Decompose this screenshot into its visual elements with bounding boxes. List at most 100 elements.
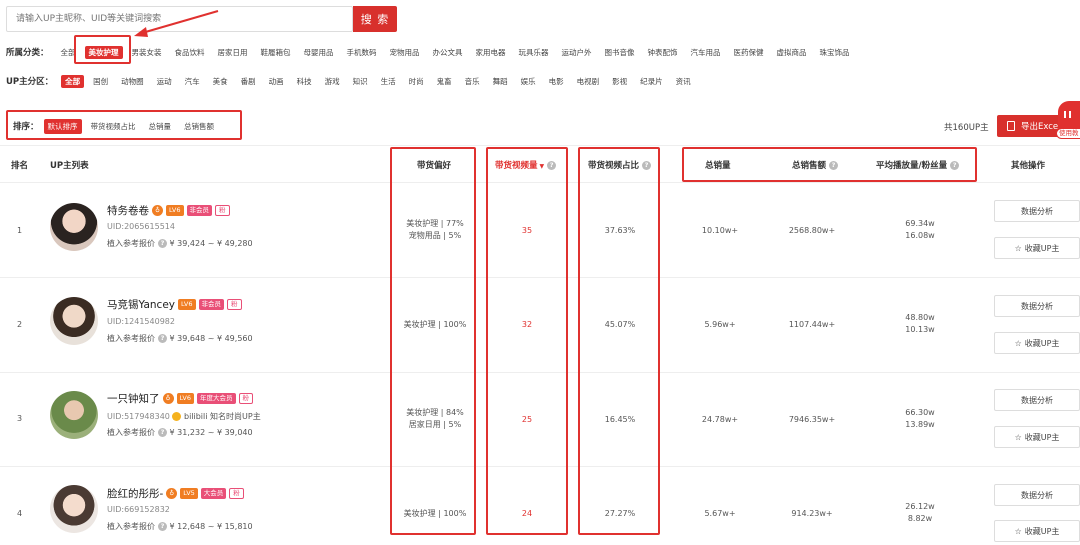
help-icon[interactable]: ? [547,161,557,170]
favorite-up-button[interactable]: ☆ 收藏UP主 [994,237,1080,259]
zone-chip[interactable]: 知识 [349,75,372,88]
zone-chip[interactable]: 舞蹈 [489,75,512,88]
zone-chip[interactable]: 鬼畜 [433,75,456,88]
help-icon[interactable]: ? [158,334,167,343]
total-revenue: 1107.44w+ [788,320,836,329]
data-analysis-button[interactable]: 数据分析 [994,295,1080,317]
video-ratio: 45.07% [604,320,636,329]
col-total-sales[interactable]: 总销量 [705,159,731,171]
col-video-count[interactable]: 带货视频量 ▼? [495,159,557,171]
help-icon[interactable]: ? [829,161,839,170]
category-chip[interactable]: 全部 [57,46,80,59]
pause-icon-bar [1069,111,1071,118]
search-button[interactable]: 搜 索 [353,6,397,32]
zone-chip-active[interactable]: 全部 [61,74,85,88]
up-name[interactable]: 一只钟知了 ♁ LV6 年度大会员粉 [107,391,253,406]
help-icon[interactable]: ? [158,522,167,531]
data-analysis-button[interactable]: 数据分析 [994,200,1080,222]
avatar[interactable] [50,297,98,345]
favorite-up-button[interactable]: ☆ 收藏UP主 [994,426,1080,448]
search-input[interactable] [7,7,352,31]
fan-badge: 粉 [227,299,242,310]
zone-chip[interactable]: 电视剧 [573,75,604,88]
sort-option[interactable]: 总销量 [145,119,176,134]
video-count: 32 [521,320,533,329]
category-chip[interactable]: 办公文具 [429,46,467,59]
up-name-text[interactable]: 一只钟知了 [107,391,160,406]
up-name-text[interactable]: 特务卷卷 [107,203,149,218]
category-chip[interactable]: 食品饮料 [171,46,209,59]
zone-chip[interactable]: 娱乐 [517,75,540,88]
zone-chip[interactable]: 音乐 [461,75,484,88]
category-chip-active[interactable]: 美妆护理 [84,45,123,59]
price-value: ¥ 12,648 ~ ¥ 15,810 [169,522,253,531]
category-chip[interactable]: 宠物用品 [386,46,424,59]
up-name[interactable]: 马竞锡Yancey LV6 非会员粉 [107,297,242,312]
sort-option[interactable]: 总销售额 [180,119,218,134]
up-name[interactable]: 脸红的彤彤- ♁ LV5 大会员粉 [107,486,244,501]
search-box[interactable] [6,6,353,32]
help-icon[interactable]: ? [158,239,167,248]
tutorial-label[interactable]: 使用教 [1056,128,1080,139]
data-analysis-button[interactable]: 数据分析 [994,484,1080,506]
category-chip[interactable]: 汽车用品 [687,46,725,59]
col-video-ratio[interactable]: 带货视频占比? [588,159,652,171]
category-chip[interactable]: 钟表配饰 [644,46,682,59]
category-chip[interactable]: 居家日用 [214,46,252,59]
category-chip[interactable]: 家用电器 [472,46,510,59]
zone-chip[interactable]: 科技 [293,75,316,88]
col-total-revenue[interactable]: 总销售额? [792,159,839,171]
up-name-text[interactable]: 脸红的彤彤- [107,486,163,501]
favorite-up-button[interactable]: ☆ 收藏UP主 [994,520,1080,542]
favorite-up-button[interactable]: ☆ 收藏UP主 [994,332,1080,354]
category-chip[interactable]: 虚拟商品 [773,46,811,59]
price-prefix: 植入参考报价 [107,428,155,437]
category-chip[interactable]: 玩具乐器 [515,46,553,59]
zone-chip[interactable]: 国创 [89,75,112,88]
zone-chip[interactable]: 资讯 [672,75,695,88]
zone-chip[interactable]: 番剧 [237,75,260,88]
help-icon[interactable]: ? [950,161,960,170]
help-icon[interactable]: ? [158,428,167,437]
col-ops: 其他操作 [1011,161,1046,171]
up-uid: UID:669152832 [107,505,170,514]
zone-chip[interactable]: 生活 [377,75,400,88]
category-chip[interactable]: 医药保健 [730,46,768,59]
zone-chip[interactable]: 动物圈 [117,75,148,88]
up-name[interactable]: 特务卷卷 ♁ LV6 非会员粉 [107,203,230,218]
zone-chip[interactable]: 动画 [265,75,288,88]
sort-desc-icon[interactable]: ▼ [540,163,545,170]
zone-chip[interactable]: 美食 [209,75,232,88]
category-chip[interactable]: 男装女装 [128,46,166,59]
data-analysis-button[interactable]: 数据分析 [994,389,1080,411]
zone-chip[interactable]: 影视 [608,75,631,88]
zone-chip[interactable]: 游戏 [321,75,344,88]
highlight-preference [390,147,476,535]
up-name-text[interactable]: 马竞锡Yancey [107,297,175,312]
category-chip[interactable]: 手机数码 [343,46,381,59]
zone-chip[interactable]: 汽车 [181,75,204,88]
zone-chip[interactable]: 时尚 [405,75,428,88]
avatar[interactable] [50,391,98,439]
fan-badge: 粉 [238,393,253,404]
category-chip[interactable]: 鞋履箱包 [257,46,295,59]
sort-label: 排序： [13,122,39,132]
category-chip[interactable]: 运动户外 [558,46,596,59]
location-icon: ♁ [152,205,163,216]
zone-chip[interactable]: 纪录片 [636,75,667,88]
sort-option-active[interactable]: 默认排序 [43,118,82,134]
category-chip[interactable]: 母婴用品 [300,46,338,59]
highlight-video-ratio [578,147,660,535]
zone-chip[interactable]: 电影 [545,75,568,88]
level-badge: LV5 [180,488,198,499]
help-icon[interactable]: ? [642,161,652,170]
col-avg-play-ratio[interactable]: 平均播放量/粉丝量? [876,159,960,171]
sort-option[interactable]: 带货视频占比 [87,119,140,134]
avatar[interactable] [50,203,98,251]
avatar[interactable] [50,485,98,533]
category-chip[interactable]: 珠宝饰品 [816,46,854,59]
zone-chip[interactable]: 运动 [153,75,176,88]
rank-number: 3 [17,414,23,423]
favorite-label: 收藏UP主 [1024,526,1060,536]
category-chip[interactable]: 图书音像 [601,46,639,59]
